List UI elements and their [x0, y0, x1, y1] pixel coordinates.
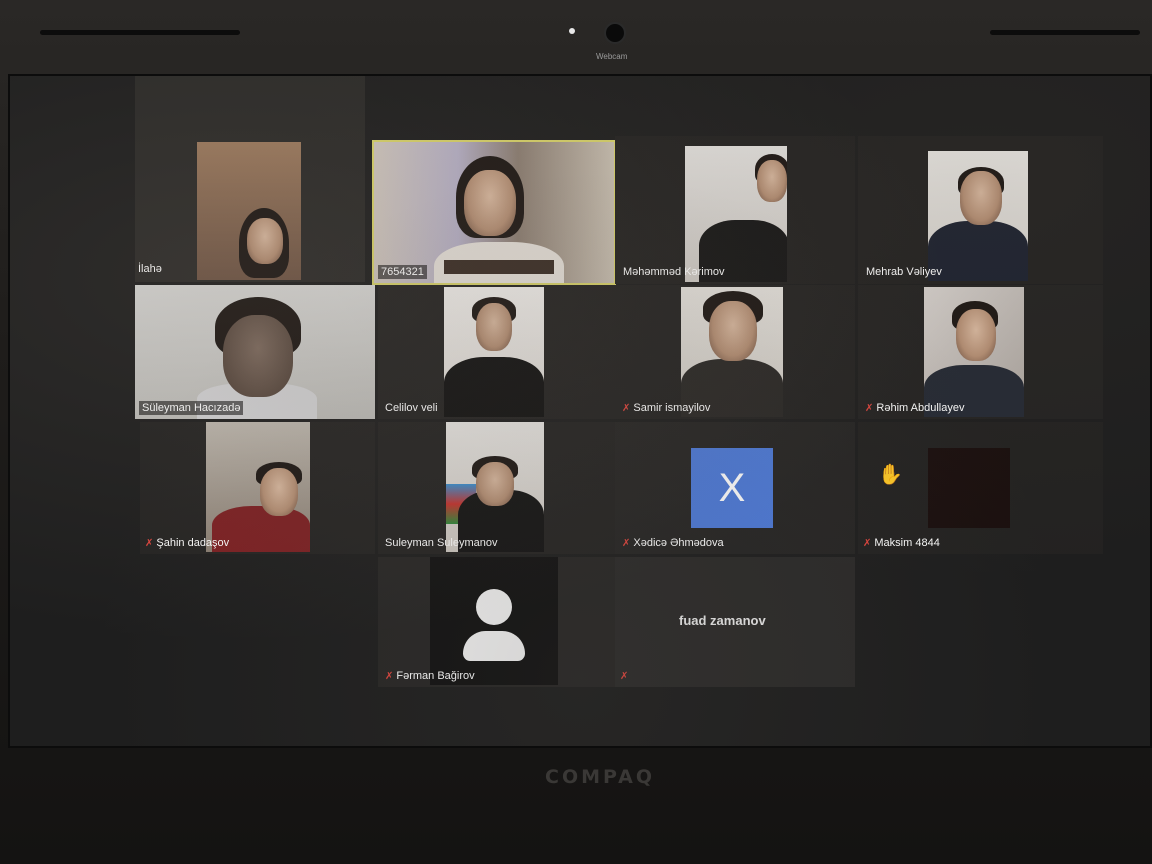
participant-video	[928, 151, 1028, 281]
participant-name: Samir ismayilov	[633, 402, 711, 414]
microphone-muted-icon: ✗	[620, 671, 629, 682]
participant-name: Fərman Bağirov	[396, 670, 475, 682]
participant-video	[197, 142, 301, 280]
participant-name: Şahin dadaşov	[156, 537, 230, 549]
participant-name: 7654321	[378, 265, 427, 279]
participant-tile[interactable]: X ✗ Xədicə Əhmədova	[615, 422, 855, 554]
participant-name: Celilov veli	[385, 402, 438, 414]
raised-hand-icon: ✋	[878, 464, 903, 486]
microphone-muted-icon: ✗	[145, 538, 154, 549]
participant-tile[interactable]: Mehrab Vəliyev	[858, 136, 1103, 284]
participant-tile[interactable]: Məhəmməd Kərimov	[615, 136, 855, 284]
microphone-muted-icon: ✗	[865, 403, 874, 414]
participant-name: Rəhim Abdullayev	[876, 402, 965, 414]
participant-tile[interactable]: Süleyman Hacızadə	[135, 285, 375, 419]
participant-avatar-letter: X	[691, 448, 773, 528]
participant-video	[681, 287, 783, 417]
participant-video	[446, 422, 544, 552]
microphone-muted-icon: ✗	[863, 538, 872, 549]
participant-video	[206, 422, 310, 552]
participant-tile[interactable]: Suleyman Suleymanov	[378, 422, 616, 554]
webcam-indicator-light	[569, 28, 575, 34]
participant-tile[interactable]: fuad zamanov ✗	[615, 557, 855, 687]
participant-name: Suleyman Suleymanov	[385, 537, 498, 549]
participant-video	[135, 285, 375, 419]
participant-tile[interactable]: ✋ ✗ Maksim 4844	[858, 422, 1103, 554]
microphone-muted-icon: ✗	[385, 671, 394, 682]
participant-name: Mehrab Vəliyev	[866, 266, 942, 278]
active-speaker-tile[interactable]: 7654321	[372, 140, 616, 285]
participant-video	[444, 287, 544, 417]
laptop-bezel: Webcam İlahə 7654321 Məhəmməd Kərimov Me…	[0, 0, 1152, 864]
participant-name-muted: ✗ Maksim 4844	[860, 536, 943, 550]
participant-tile[interactable]: Celilov veli	[378, 285, 616, 419]
meeting-gallery-view: İlahə 7654321 Məhəmməd Kərimov Mehrab Və…	[8, 74, 1152, 748]
microphone-muted-icon: ✗	[622, 538, 631, 549]
participant-tile[interactable]: ✗ Şahin dadaşov	[140, 422, 375, 554]
participant-name: İlahə	[138, 263, 162, 275]
bezel-vent	[40, 30, 240, 35]
participant-tile[interactable]: ✗ Fərman Bağirov	[378, 557, 616, 687]
participant-tile[interactable]: İlahə	[135, 76, 365, 282]
participant-name-muted: ✗ Şahin dadaşov	[142, 536, 232, 550]
participant-name-muted: ✗ Xədicə Əhmədova	[619, 536, 727, 550]
participant-name: Xədicə Əhmədova	[633, 537, 724, 549]
webcam-lens-icon	[604, 22, 626, 44]
participant-name-muted: ✗ Rəhim Abdullayev	[862, 401, 967, 415]
microphone-muted-icon: ✗	[622, 403, 631, 414]
bezel-vent	[990, 30, 1140, 35]
participant-name: Süleyman Hacızadə	[139, 401, 244, 415]
participant-name: Maksim 4844	[874, 537, 940, 549]
participant-name-muted: ✗ Fərman Bağirov	[382, 669, 478, 683]
participant-name-muted: ✗ Samir ismayilov	[619, 401, 713, 415]
brand-logo: COMPAQ	[545, 766, 656, 788]
participant-video	[924, 287, 1024, 417]
participant-name-center: fuad zamanov	[679, 613, 766, 628]
webcam-label: Webcam	[596, 52, 628, 61]
participant-name: Məhəmməd Kərimov	[623, 266, 725, 278]
participant-video-off	[928, 448, 1010, 528]
participant-video	[374, 142, 614, 283]
person-avatar-icon	[430, 557, 558, 685]
participant-tile[interactable]: ✗ Rəhim Abdullayev	[858, 285, 1103, 419]
participant-video	[685, 146, 787, 282]
participant-tile[interactable]: ✗ Samir ismayilov	[615, 285, 855, 419]
